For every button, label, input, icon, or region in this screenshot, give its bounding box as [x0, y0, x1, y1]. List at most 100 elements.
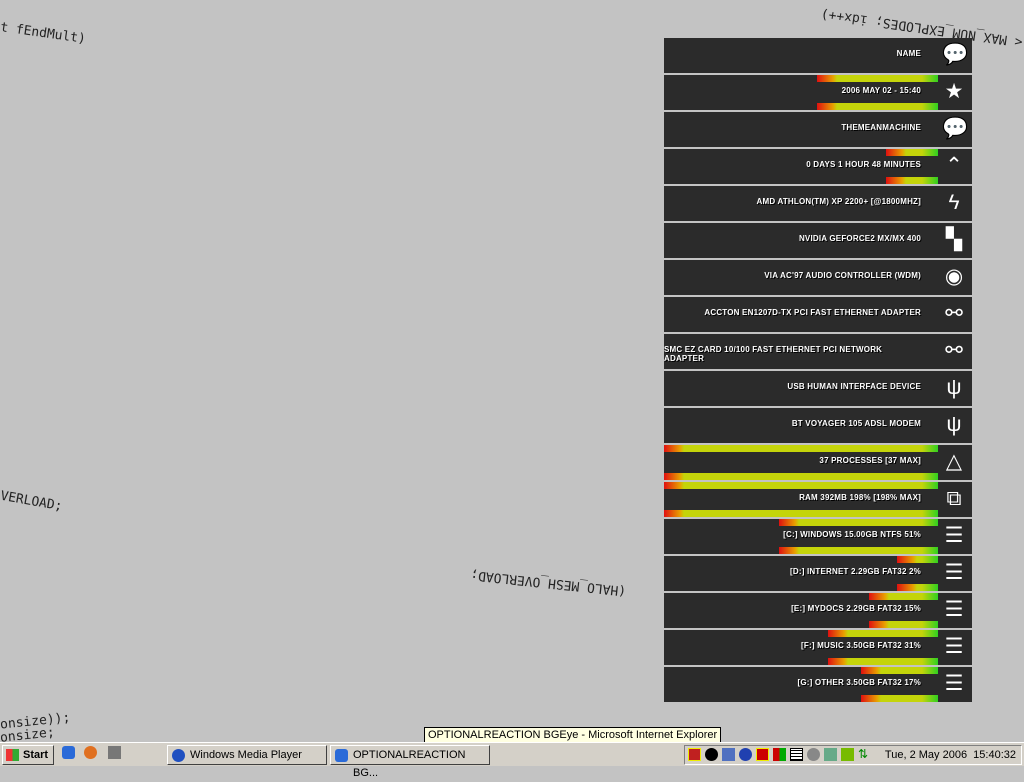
info-row: ACCTON EN1207D-TX PCI FAST ETHERNET ADAP…	[664, 297, 972, 332]
info-label: NAME	[896, 49, 921, 58]
usage-bar	[861, 667, 938, 674]
start-button[interactable]: Start	[2, 745, 54, 765]
usage-bar	[817, 103, 938, 110]
info-label: [F:] MUSIC 3.50GB FAT32 31%	[801, 641, 921, 650]
info-row: NVIDIA GEFORCE2 MX/MX 400 ▚	[664, 223, 972, 258]
info-label: VIA AC'97 AUDIO CONTROLLER (WDM)	[764, 271, 921, 280]
usage-bar	[828, 630, 938, 637]
bg-code: VERLOAD;	[0, 488, 64, 515]
info-row: 0 DAYS 1 HOUR 48 MINUTES ⌃	[664, 149, 972, 184]
info-row: VIA AC'97 AUDIO CONTROLLER (WDM) ◉	[664, 260, 972, 295]
info-row: BT VOYAGER 105 ADSL MODEM ψ	[664, 408, 972, 443]
info-row: 37 PROCESSES [37 MAX] △	[664, 445, 972, 480]
windows-stack-icon: ⧉	[946, 487, 962, 510]
info-label: AMD ATHLON(TM) XP 2200+ [@1800MHZ]	[756, 197, 921, 206]
task-windows-media-player[interactable]: Windows Media Player	[167, 745, 327, 765]
tray-icon[interactable]	[705, 748, 718, 761]
bg-code: (HALO_MESH_OVERLOAD;	[469, 566, 627, 599]
info-label: ACCTON EN1207D-TX PCI FAST ETHERNET ADAP…	[704, 308, 921, 317]
info-row: SMC EZ CARD 10/100 FAST ETHERNET PCI NET…	[664, 334, 972, 369]
disk-stack-icon: ☰	[944, 524, 964, 547]
ie-quicklaunch-icon[interactable]	[62, 746, 75, 759]
usage-bar	[664, 445, 938, 452]
system-info-panel: NAME 💬 2006 MAY 02 - 15:40 ★ THEMEANMACHINE 💬…	[664, 38, 972, 704]
checker-icon: ▚	[945, 228, 963, 251]
usage-bar	[664, 482, 938, 489]
start-label: Start	[23, 749, 49, 761]
info-label: USB HUMAN INTERFACE DEVICE	[787, 382, 921, 391]
info-label: NVIDIA GEFORCE2 MX/MX 400	[798, 234, 921, 243]
lightning-icon: ϟ	[948, 191, 960, 214]
taskbar-tooltip: OPTIONALREACTION BGEye - Microsoft Inter…	[424, 727, 722, 743]
usb-icon: ψ	[946, 413, 962, 436]
usage-bar	[869, 621, 938, 628]
disk-stack-icon: ☰	[944, 635, 964, 658]
task-label: OPTIONALREACTION BG...	[353, 749, 466, 779]
tray-icon[interactable]	[807, 748, 820, 761]
info-label: [D:] INTERNET 2.29GB FAT32 2%	[789, 567, 921, 576]
usage-bar	[886, 149, 938, 156]
tray-icon[interactable]	[722, 748, 735, 761]
usage-bar	[897, 584, 938, 591]
disk-stack-icon: ☰	[944, 672, 964, 695]
network-icon: ⚯	[945, 339, 963, 362]
tray-icon[interactable]	[824, 748, 837, 761]
info-label: THEMEANMACHINE	[841, 123, 921, 132]
info-row: USB HUMAN INTERFACE DEVICE ψ	[664, 371, 972, 406]
taskbar: Start Windows Media Player OPTIONALREACT…	[0, 742, 1024, 779]
disk-stack-icon: ☰	[944, 561, 964, 584]
system-tray: ⇅ Tue, 2 May 2006 15:40:32	[684, 745, 1022, 765]
disk-stack-icon: ☰	[944, 598, 964, 621]
network-activity-icon[interactable]: ⇅	[858, 748, 871, 761]
info-row: [C:] WINDOWS 15.00GB NTFS 51% ☰	[664, 519, 972, 554]
usage-bar	[861, 695, 938, 702]
speech-bubble-icon: 💬	[942, 117, 969, 140]
windows-logo-icon	[6, 749, 19, 761]
info-label: RAM 392MB 198% [198% MAX]	[799, 493, 921, 502]
tray-icon[interactable]	[739, 748, 752, 761]
bg-code: t fEndMult)	[0, 20, 87, 47]
info-label: 2006 MAY 02 - 15:40	[841, 86, 921, 95]
clock[interactable]: Tue, 2 May 2006 15:40:32	[885, 746, 1016, 764]
info-label: [C:] WINDOWS 15.00GB NTFS 51%	[783, 530, 921, 539]
usage-bar	[664, 473, 938, 480]
info-row: [E:] MYDOCS 2.29GB FAT32 15% ☰	[664, 593, 972, 628]
info-row: [D:] INTERNET 2.29GB FAT32 2% ☰	[664, 556, 972, 591]
info-label: [E:] MYDOCS 2.29GB FAT32 15%	[791, 604, 921, 613]
info-row: THEMEANMACHINE 💬	[664, 112, 972, 147]
info-label: BT VOYAGER 105 ADSL MODEM	[791, 419, 921, 428]
usage-bar	[886, 177, 938, 184]
grid-tray-icon[interactable]	[790, 748, 803, 761]
task-internet-explorer[interactable]: OPTIONALREACTION BG...	[330, 745, 490, 779]
info-label: [G:] OTHER 3.50GB FAT32 17%	[797, 678, 921, 687]
info-row: [G:] OTHER 3.50GB FAT32 17% ☰	[664, 667, 972, 702]
usage-bar	[828, 658, 938, 665]
info-row: [F:] MUSIC 3.50GB FAT32 31% ☰	[664, 630, 972, 665]
speech-bubble-icon: 💬	[942, 43, 969, 66]
info-row: RAM 392MB 198% [198% MAX] ⧉	[664, 482, 972, 517]
task-label: Windows Media Player	[190, 749, 302, 761]
info-label: 37 PROCESSES [37 MAX]	[819, 456, 921, 465]
info-row: NAME 💬	[664, 38, 972, 73]
usage-bar	[779, 547, 938, 554]
info-row: AMD ATHLON(TM) XP 2200+ [@1800MHZ] ϟ	[664, 186, 972, 221]
zonealarm-tray-icon[interactable]	[756, 748, 769, 761]
nvidia-tray-icon[interactable]	[841, 748, 854, 761]
firefox-quicklaunch-icon[interactable]	[84, 746, 97, 759]
usage-bar	[779, 519, 938, 526]
double-chevron-up-icon: ⌃	[945, 154, 963, 177]
calendar-quicklaunch-icon[interactable]	[108, 746, 121, 759]
usage-bar	[869, 593, 938, 600]
tray-icon[interactable]	[773, 748, 786, 761]
usage-bar	[817, 75, 938, 82]
ie-icon	[335, 749, 348, 762]
star-icon: ★	[944, 80, 964, 103]
info-label: SMC EZ CARD 10/100 FAST ETHERNET PCI NET…	[664, 345, 883, 363]
filezilla-tray-icon[interactable]	[688, 748, 701, 761]
media-player-icon	[172, 749, 185, 762]
usage-bar	[897, 556, 938, 563]
info-row: 2006 MAY 02 - 15:40 ★	[664, 75, 972, 110]
disc-icon: ◉	[944, 265, 964, 288]
info-label: 0 DAYS 1 HOUR 48 MINUTES	[806, 160, 921, 169]
network-icon: ⚯	[945, 302, 963, 325]
